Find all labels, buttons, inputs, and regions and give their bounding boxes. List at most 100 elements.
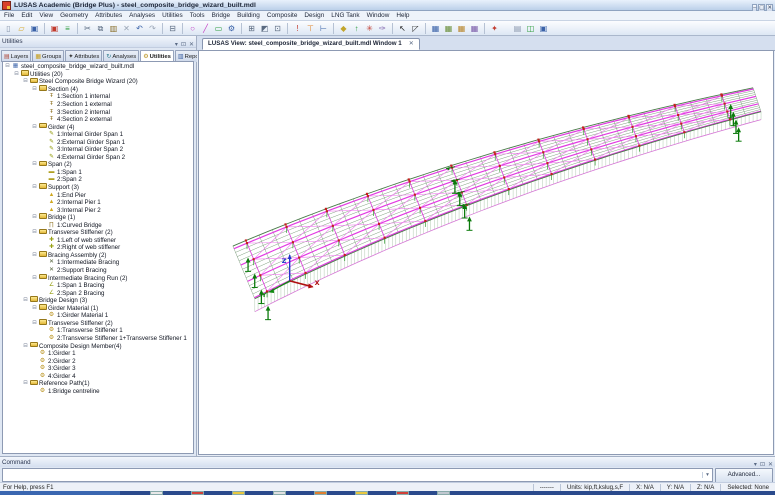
menu-geometry[interactable]: Geometry xyxy=(60,12,88,19)
tree-collapse-icon[interactable]: ⊟ xyxy=(22,78,29,85)
tree-collapse-icon[interactable]: ⊟ xyxy=(31,161,38,168)
menu-edit[interactable]: Edit xyxy=(21,12,32,19)
tree-collapse-icon[interactable]: ⊟ xyxy=(31,252,38,259)
undo-icon[interactable]: ↶ xyxy=(134,23,146,34)
tree-collapse-icon[interactable]: ⊟ xyxy=(31,214,38,221)
menu-attributes[interactable]: Attributes xyxy=(95,12,122,19)
taskbar-icon[interactable] xyxy=(437,491,450,495)
command-dropdown-icon[interactable]: ▾ xyxy=(702,472,712,478)
graph-tool-icon[interactable]: ◫ xyxy=(525,23,537,34)
tree-collapse-icon[interactable]: ⊟ xyxy=(31,184,38,191)
tree-item[interactable]: ⊟Bridge Design (3) xyxy=(4,297,193,305)
tree-item[interactable]: ∏1:Curved Bridge xyxy=(4,221,193,229)
support-tool-icon[interactable]: ⊤ xyxy=(305,23,317,34)
taskbar-icon[interactable] xyxy=(355,491,368,495)
view-tab-close-icon[interactable]: ✕ xyxy=(409,40,414,47)
tree-collapse-icon[interactable]: ⊟ xyxy=(22,343,29,350)
save-results-icon[interactable]: ▣ xyxy=(49,23,61,34)
menu-utilities[interactable]: Utilities xyxy=(162,12,183,19)
tree-item[interactable]: ⊟Section (4) xyxy=(4,86,193,94)
tree-item[interactable]: ⊟Span (2) xyxy=(4,161,193,169)
solve-now-icon[interactable]: ✳ xyxy=(364,23,376,34)
tree-item[interactable]: ⊟Transverse Stiffener (2) xyxy=(4,229,193,237)
tree-collapse-icon[interactable]: ⊟ xyxy=(4,63,11,70)
tree-item[interactable]: ⊟Reference Path(1) xyxy=(4,380,193,388)
tree-item[interactable]: ⚙1:Transverse Stiffener 1 xyxy=(4,327,193,335)
cut-icon[interactable]: ✂ xyxy=(82,23,94,34)
new-model-icon[interactable]: ▯ xyxy=(3,23,15,34)
tree-item[interactable]: ⊟Composite Design Member(4) xyxy=(4,342,193,350)
tree-item[interactable]: ✕2:Support Bracing xyxy=(4,267,193,275)
delete-icon[interactable]: ✕ xyxy=(121,23,133,34)
tree-item[interactable]: ⊟Steel Composite Bridge Wizard (20) xyxy=(4,78,193,86)
menu-lng-tank[interactable]: LNG Tank xyxy=(331,12,359,19)
menu-tools[interactable]: Tools xyxy=(190,12,205,19)
tree-item[interactable]: ⊟Girder Material (1) xyxy=(4,305,193,313)
command-input[interactable] xyxy=(3,470,702,480)
tree-item[interactable]: ⚙1:Bridge centreline xyxy=(4,388,193,396)
tree-item[interactable]: ✎4:External Girder Span 2 xyxy=(4,154,193,162)
tree-item[interactable]: ✚1:Left of web stiffener xyxy=(4,237,193,245)
tree-collapse-icon[interactable]: ⊟ xyxy=(31,305,38,312)
pane-close-button[interactable]: ✕ xyxy=(189,42,194,48)
taskbar-icon[interactable] xyxy=(232,491,245,495)
fleet-tool-icon[interactable]: ✦ xyxy=(489,23,501,34)
tree-item[interactable]: ⚙3:Girder 3 xyxy=(4,365,193,373)
open-model-icon[interactable]: ▱ xyxy=(16,23,28,34)
select-filter-points-icon[interactable]: ▦ xyxy=(430,23,442,34)
windows-taskbar[interactable] xyxy=(0,491,775,495)
taskbar-icon[interactable] xyxy=(191,491,204,495)
assign-loading-icon[interactable]: ! xyxy=(292,23,304,34)
menu-file[interactable]: File xyxy=(4,12,14,19)
tree-item[interactable]: ✎3:Internal Girder Span 2 xyxy=(4,146,193,154)
menu-design[interactable]: Design xyxy=(304,12,324,19)
select-filter-volumes-icon[interactable]: ▦ xyxy=(469,23,481,34)
tree-item[interactable]: ✕1:Intermediate Bracing xyxy=(4,259,193,267)
tree-item[interactable]: ▬1:Span 1 xyxy=(4,169,193,177)
menu-analyses[interactable]: Analyses xyxy=(129,12,155,19)
tree-item[interactable]: ⊟Transverse Stiffener (2) xyxy=(4,320,193,328)
attribute-tool-icon[interactable]: ◆ xyxy=(338,23,350,34)
menu-view[interactable]: View xyxy=(39,12,53,19)
taskbar-icon[interactable] xyxy=(314,491,327,495)
bridge-model-svg[interactable]: ZXY xyxy=(199,51,773,454)
paste-icon[interactable]: ▥ xyxy=(108,23,120,34)
section-view-icon[interactable]: ⊡ xyxy=(272,23,284,34)
report-tool-icon[interactable]: ▤ xyxy=(512,23,524,34)
new-window-icon[interactable]: ▣ xyxy=(538,23,550,34)
pane-pin-button[interactable]: ⊡ xyxy=(181,42,186,48)
tree-item[interactable]: Ŧ2:Section 1 external xyxy=(4,101,193,109)
tree-item[interactable]: ⊟Bridge (1) xyxy=(4,214,193,222)
redo-icon[interactable]: ↷ xyxy=(147,23,159,34)
view-tab[interactable]: LUSAS View: steel_composite_bridge_wizar… xyxy=(202,38,420,50)
menu-window[interactable]: Window xyxy=(367,12,390,19)
tree-collapse-icon[interactable]: ⊟ xyxy=(22,297,29,304)
tree-item[interactable]: ⚙1:Girder Material 1 xyxy=(4,312,193,320)
connect-icon[interactable]: ≡ xyxy=(62,23,74,34)
local-axis-tool-icon[interactable]: ⊢ xyxy=(318,23,330,34)
taskbar-icon[interactable] xyxy=(273,491,286,495)
tree-item[interactable]: ▲1:End Pier xyxy=(4,191,193,199)
menu-bridge[interactable]: Bridge xyxy=(212,12,230,19)
tree-collapse-icon[interactable]: ⊟ xyxy=(13,71,20,78)
select-box-icon[interactable]: ◸ xyxy=(410,23,422,34)
tree-item[interactable]: Ŧ4:Section 2 external xyxy=(4,116,193,124)
volume-tool-icon[interactable]: ⚙ xyxy=(226,23,238,34)
tree-item[interactable]: ⊟Bracing Assembly (2) xyxy=(4,252,193,260)
annotate-tool-icon[interactable]: ✑ xyxy=(377,23,389,34)
taskbar-icon[interactable] xyxy=(396,491,409,495)
tree-item[interactable]: ∠1:Span 1 Bracing xyxy=(4,282,193,290)
tree-collapse-icon[interactable]: ⊟ xyxy=(31,320,38,327)
model-canvas[interactable]: ZXY xyxy=(198,50,774,455)
tree-item[interactable]: ✎1:Internal Girder Span 1 xyxy=(4,131,193,139)
tree-item[interactable]: ✚2:Right of web stiffener xyxy=(4,244,193,252)
tree-collapse-icon[interactable]: ⊟ xyxy=(31,275,38,282)
tree-item[interactable]: Ŧ1:Section 1 internal xyxy=(4,93,193,101)
tree-item[interactable]: ✎2:External Girder Span 1 xyxy=(4,138,193,146)
copy-icon[interactable]: ⧉ xyxy=(95,23,107,34)
menu-composite[interactable]: Composite xyxy=(267,12,298,19)
menu-building[interactable]: Building xyxy=(237,12,260,19)
tree-item[interactable]: ⚙1:Girder 1 xyxy=(4,350,193,358)
line-tool-icon[interactable]: ╱ xyxy=(200,23,212,34)
tree-item[interactable]: ▬2:Span 2 xyxy=(4,176,193,184)
